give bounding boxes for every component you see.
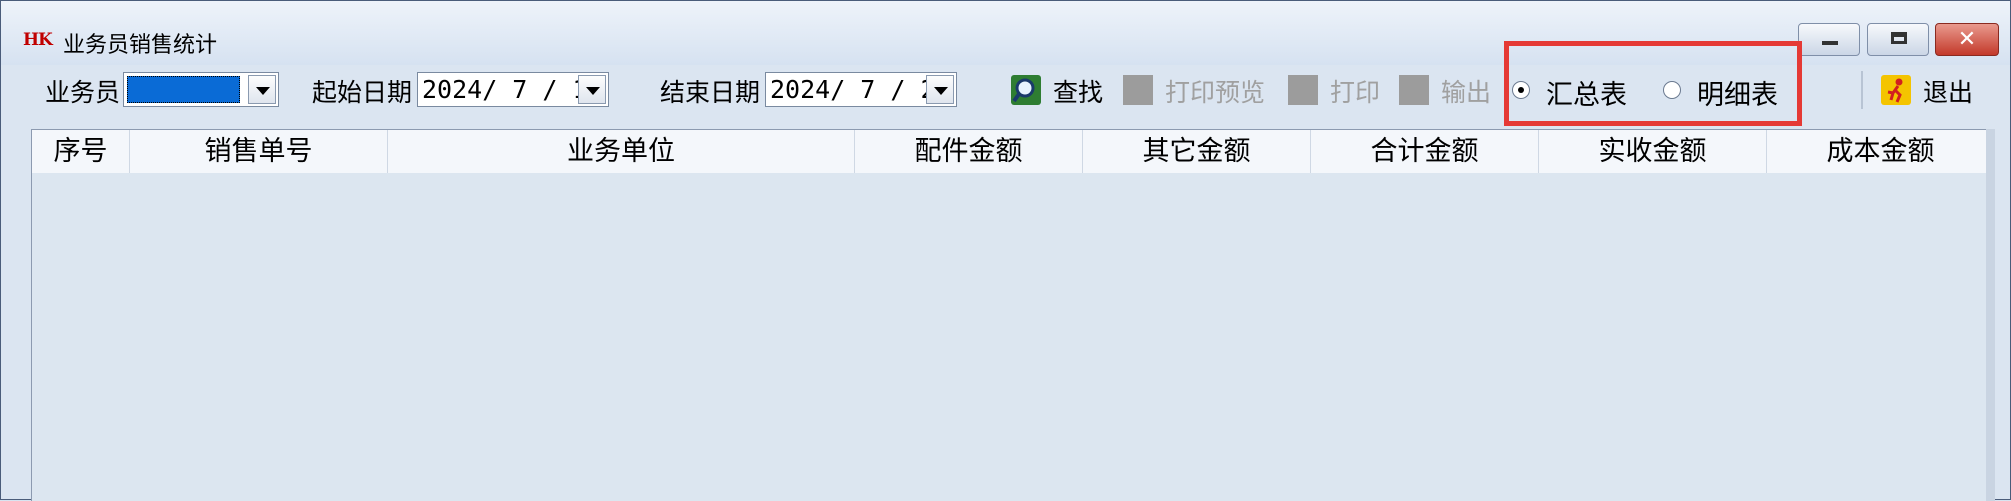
salesperson-value (127, 76, 240, 103)
highlight-box (1504, 41, 1802, 126)
search-label: 查找 (1053, 78, 1104, 107)
search-button[interactable]: 查找 (1011, 73, 1111, 109)
start-date-picker[interactable]: 2024/ 7 / 1 (417, 72, 609, 107)
window-title: 业务员销售统计 (63, 33, 218, 58)
column-header[interactable]: 成本金额 (1767, 130, 1995, 173)
end-date-picker[interactable]: 2024/ 7 / 2 (765, 72, 957, 107)
grid-header: 序号 销售单号 业务单位 配件金额 其它金额 合计金额 实收金额 成本金额 (32, 130, 1995, 173)
exit-button[interactable]: 退出 (1881, 73, 1991, 109)
salesperson-select[interactable] (123, 72, 279, 107)
export-icon (1399, 75, 1429, 105)
export-button[interactable]: 输出 (1399, 73, 1499, 109)
search-icon (1011, 75, 1041, 105)
app-logo: HK (23, 30, 53, 50)
toolbar-separator (1861, 71, 1863, 109)
chevron-down-icon (586, 87, 600, 95)
print-preview-label: 打印预览 (1165, 78, 1266, 107)
end-date-value: 2024/ 7 / 2 (770, 75, 936, 104)
close-icon: ✕ (1957, 27, 1977, 52)
column-header[interactable]: 销售单号 (130, 130, 388, 173)
end-date-label: 结束日期 (660, 78, 761, 107)
running-man-exit-icon (1881, 75, 1911, 105)
chevron-down-icon (934, 87, 948, 95)
app-window: HK 业务员销售统计 ✕ 业务员 起始日期 2024/ 7 / 1 结束日期 2… (0, 0, 2011, 501)
end-date-dropdown-arrow[interactable] (926, 75, 954, 104)
print-button[interactable]: 打印 (1288, 73, 1388, 109)
vertical-scrollbar[interactable] (1986, 129, 1995, 501)
minimize-icon (1822, 41, 1838, 45)
salesperson-dropdown-arrow[interactable] (248, 75, 276, 104)
column-header[interactable]: 业务单位 (388, 130, 855, 173)
start-date-label: 起始日期 (312, 78, 413, 107)
column-header[interactable]: 合计金额 (1311, 130, 1539, 173)
close-button[interactable]: ✕ (1935, 23, 1999, 56)
start-date-dropdown-arrow[interactable] (578, 75, 606, 104)
print-preview-button[interactable]: 打印预览 (1123, 73, 1273, 109)
print-icon (1288, 75, 1318, 105)
column-header[interactable]: 实收金额 (1539, 130, 1767, 173)
column-header[interactable]: 其它金额 (1083, 130, 1311, 173)
minimize-button[interactable] (1798, 23, 1860, 56)
chevron-down-icon (256, 87, 270, 95)
exit-label: 退出 (1923, 78, 1974, 107)
start-date-value: 2024/ 7 / 1 (422, 75, 588, 104)
column-header[interactable]: 配件金额 (855, 130, 1083, 173)
print-preview-icon (1123, 75, 1153, 105)
maximize-button[interactable] (1867, 23, 1929, 56)
maximize-icon (1891, 32, 1907, 44)
data-grid[interactable]: 序号 销售单号 业务单位 配件金额 其它金额 合计金额 实收金额 成本金额 (31, 129, 1995, 501)
export-label: 输出 (1441, 78, 1492, 107)
column-header[interactable]: 序号 (32, 130, 130, 173)
print-label: 打印 (1330, 78, 1381, 107)
salesperson-label: 业务员 (45, 78, 121, 107)
